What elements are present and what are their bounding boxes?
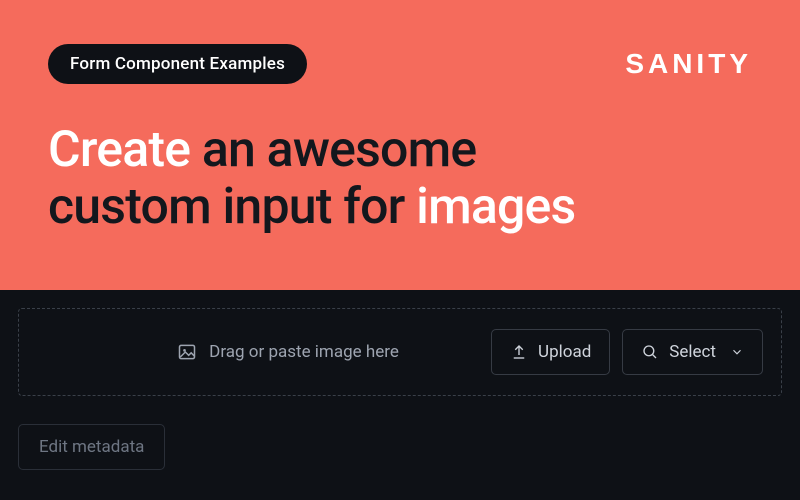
page-title: Create an awesome custom input for image… <box>48 122 752 236</box>
category-badge: Form Component Examples <box>48 44 307 84</box>
dropzone-hint-text: Drag or paste image here <box>209 342 399 362</box>
select-button-label: Select <box>669 342 716 362</box>
image-icon <box>177 342 197 362</box>
image-dropzone[interactable]: Drag or paste image here Upload Select <box>18 308 782 396</box>
upload-button[interactable]: Upload <box>491 329 610 375</box>
upload-button-label: Upload <box>538 342 591 362</box>
headline-segment-1: an awesome <box>190 121 476 179</box>
headline-word-images: images <box>416 178 575 236</box>
upload-panel: Drag or paste image here Upload Select <box>0 290 800 470</box>
edit-metadata-button[interactable]: Edit metadata <box>18 424 165 470</box>
brand-logo: SANITY <box>625 48 752 80</box>
headline-word-create: Create <box>48 121 190 179</box>
search-icon <box>641 343 659 361</box>
headline-segment-2: custom input for <box>48 178 416 236</box>
select-button[interactable]: Select <box>622 329 763 375</box>
edit-metadata-label: Edit metadata <box>39 437 144 457</box>
dropzone-label: Drag or paste image here <box>37 342 479 362</box>
hero-banner: Form Component Examples SANITY Create an… <box>0 0 800 290</box>
chevron-down-icon <box>730 345 744 359</box>
upload-icon <box>510 343 528 361</box>
